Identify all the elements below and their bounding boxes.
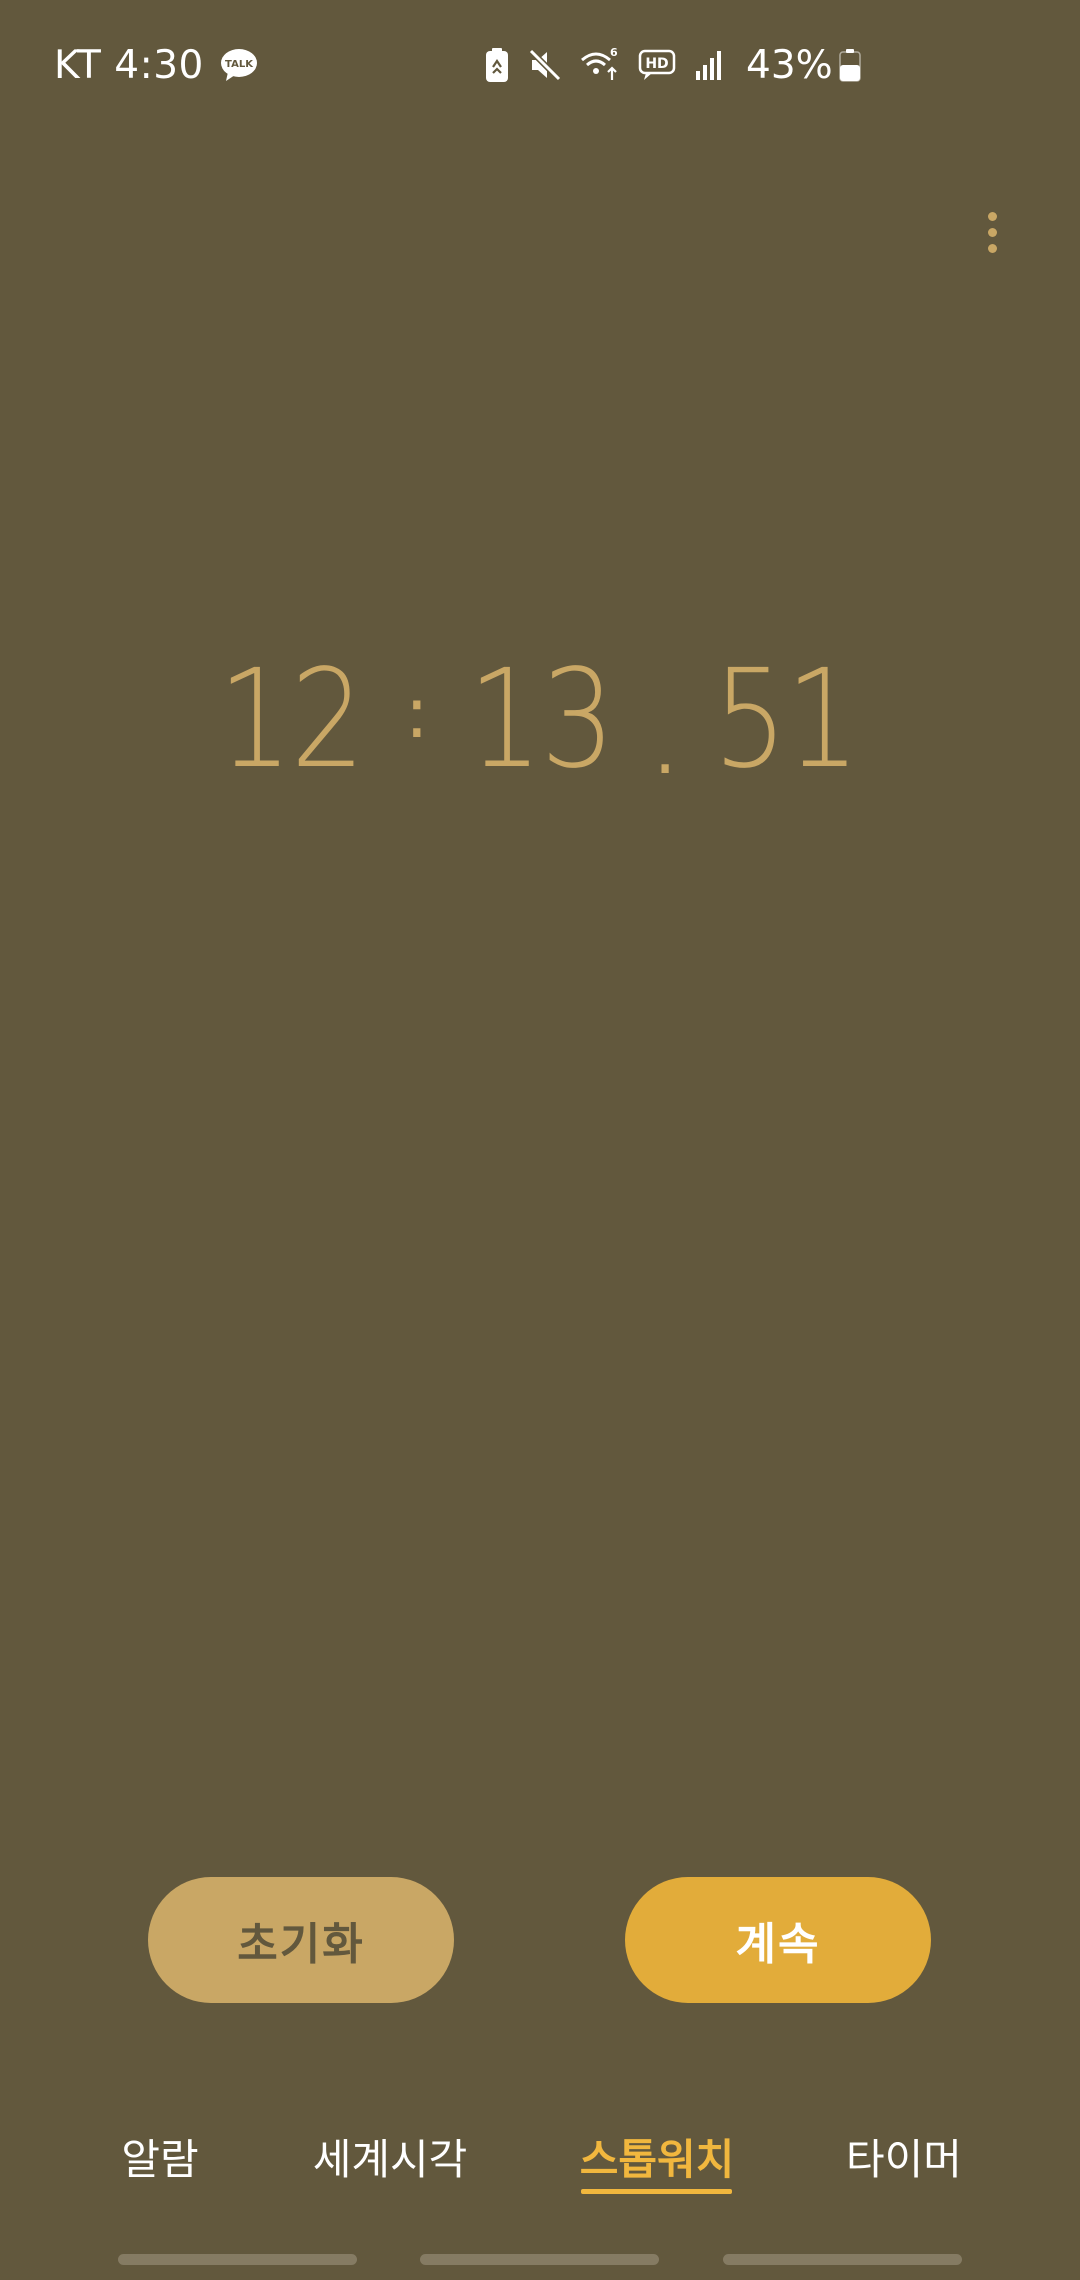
- status-bar-right: 6 HD 43%: [484, 38, 861, 92]
- reset-button[interactable]: 초기화: [148, 1877, 454, 2003]
- stopwatch-hundredths: 51: [713, 641, 860, 799]
- battery-saver-icon: [486, 48, 508, 82]
- nav-handle-right[interactable]: [723, 2254, 962, 2265]
- battery-percent: 43%: [746, 42, 833, 88]
- battery-icon: [838, 49, 861, 82]
- svg-text:6: 6: [610, 46, 618, 59]
- svg-text:TALK: TALK: [225, 59, 254, 70]
- carrier-time: KT 4:30: [54, 42, 204, 88]
- stopwatch-dot: .: [654, 708, 677, 790]
- hd-voice-icon: HD: [638, 49, 676, 80]
- mute-icon: [528, 48, 562, 82]
- signal-icon: [696, 51, 721, 80]
- stopwatch-time: 12 : 13 . 51: [0, 640, 1080, 800]
- more-options-icon[interactable]: [964, 202, 1024, 262]
- tab-alarm[interactable]: 알람: [110, 2130, 210, 2200]
- wifi-6-icon: 6: [581, 46, 618, 80]
- bottom-tab-bar: 알람 세계시각 스톱워치 타이머: [0, 2130, 1080, 2200]
- nav-handle-left[interactable]: [118, 2254, 357, 2265]
- stopwatch-colon: :: [405, 672, 429, 754]
- svg-text:HD: HD: [645, 56, 668, 72]
- active-tab-indicator: [581, 2189, 732, 2194]
- stopwatch-hours: 12: [218, 641, 365, 799]
- tab-world-clock[interactable]: 세계시각: [308, 2130, 472, 2200]
- status-bar-left: KT 4:30 TALK: [54, 38, 258, 92]
- nav-handle-center[interactable]: [420, 2254, 659, 2265]
- continue-button[interactable]: 계속: [625, 1877, 931, 2003]
- stopwatch-minutes: 13: [468, 641, 615, 799]
- kakaotalk-icon: TALK: [220, 49, 257, 81]
- tab-timer[interactable]: 타이머: [836, 2130, 972, 2200]
- status-bar: KT 4:30 TALK 6 HD 43%: [0, 0, 1080, 130]
